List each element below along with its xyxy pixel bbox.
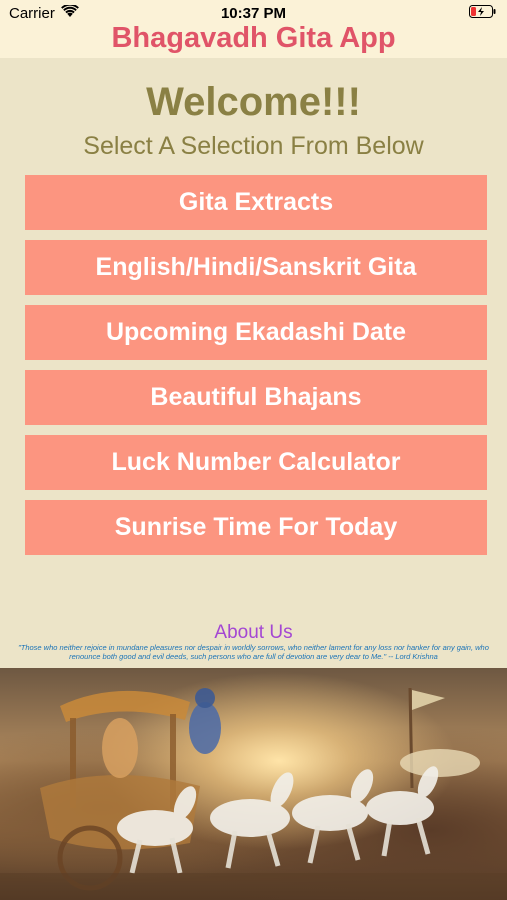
battery-icon: [469, 5, 497, 22]
multilingual-gita-button[interactable]: English/Hindi/Sanskrit Gita: [25, 240, 487, 295]
status-time: 10:37 PM: [220, 5, 287, 22]
about-us-link[interactable]: About Us: [0, 622, 507, 644]
gita-extracts-button[interactable]: Gita Extracts: [25, 175, 487, 230]
sunrise-time-button[interactable]: Sunrise Time For Today: [25, 500, 487, 555]
chariot-painting-image: [0, 668, 507, 900]
luck-number-button[interactable]: Luck Number Calculator: [25, 435, 487, 490]
app-title: Bhagavadh Gita App: [111, 22, 396, 54]
welcome-heading: Welcome!!!: [146, 80, 361, 124]
krishna-quote: "Those who neither rejoice in mundane pl…: [18, 643, 489, 661]
menu-buttons: Gita Extracts English/Hindi/Sanskrit Git…: [25, 175, 487, 565]
ekadashi-date-button[interactable]: Upcoming Ekadashi Date: [25, 305, 487, 360]
app-header: Bhagavadh Gita App: [0, 24, 507, 58]
status-bar: Carrier 10:37 PM: [0, 0, 507, 24]
bhajans-button[interactable]: Beautiful Bhajans: [25, 370, 487, 425]
selection-subtitle: Select A Selection From Below: [83, 132, 424, 160]
